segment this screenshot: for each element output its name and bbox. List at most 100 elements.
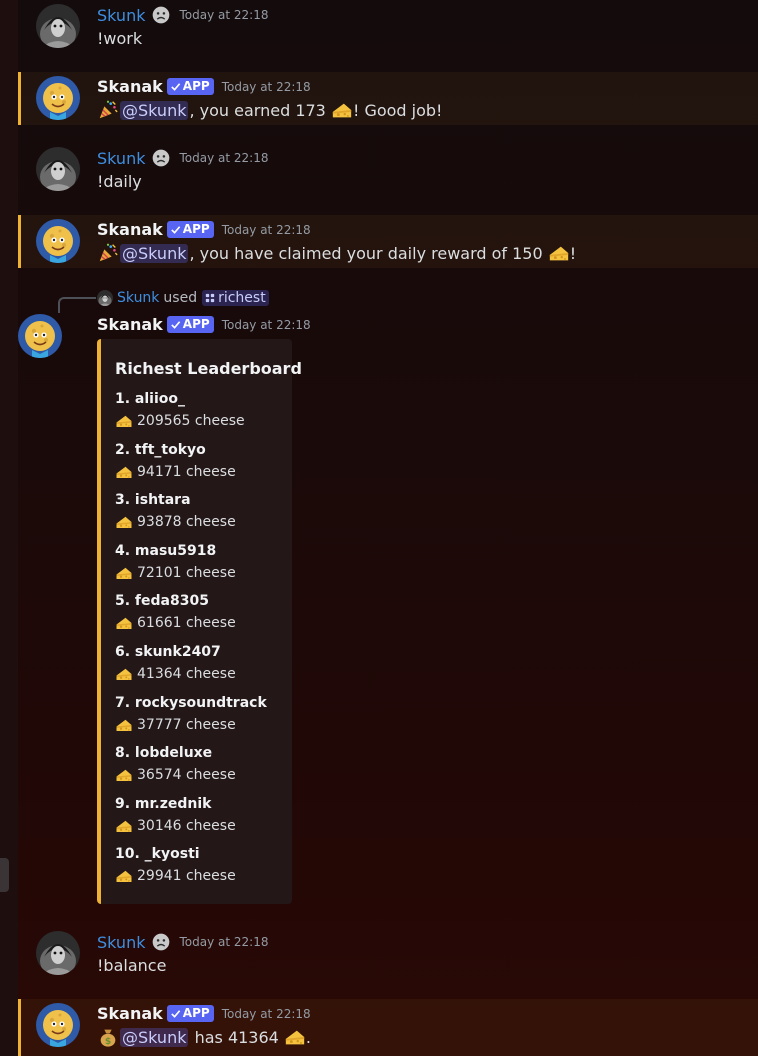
app-badge-label: APP bbox=[182, 222, 210, 236]
avatar[interactable] bbox=[18, 314, 62, 358]
sidebar-collapse-handle[interactable] bbox=[0, 858, 9, 892]
leaderboard-entry-value: 30146 cheese bbox=[115, 817, 236, 835]
reply-connector bbox=[58, 297, 96, 313]
reply-author[interactable]: Skunk bbox=[117, 290, 159, 306]
author-name[interactable]: Skanak bbox=[97, 315, 163, 334]
message-daily-command[interactable]: Skunk Today at 22:18 !daily bbox=[18, 143, 758, 207]
app-badge-label: APP bbox=[182, 1006, 210, 1020]
author-name[interactable]: Skanak bbox=[97, 77, 163, 96]
avatar[interactable] bbox=[36, 931, 80, 975]
timestamp[interactable]: Today at 22:18 bbox=[179, 151, 268, 165]
message-text-part: ! bbox=[569, 243, 577, 263]
leaderboard-entry-value: 94171 cheese bbox=[115, 463, 236, 481]
leaderboard-entry: 4. masu5918 72101 cheese bbox=[115, 543, 236, 582]
leaderboard-entry: 9. mr.zednik 30146 cheese bbox=[115, 796, 236, 835]
checkmark-icon bbox=[170, 81, 181, 92]
app-badge: APP bbox=[166, 221, 214, 238]
leaderboard-entry-value: 36574 cheese bbox=[115, 766, 236, 784]
app-badge: APP bbox=[166, 1005, 214, 1022]
avatar[interactable] bbox=[36, 147, 80, 191]
reply-avatar bbox=[97, 290, 113, 306]
command-reply-context[interactable]: Skunk used richest bbox=[97, 290, 269, 306]
message-header: Skunk Today at 22:18 bbox=[97, 932, 268, 952]
message-text: !balance bbox=[97, 956, 167, 975]
timestamp[interactable]: Today at 22:18 bbox=[222, 318, 311, 332]
leaderboard-entry-name: 7. rockysoundtrack bbox=[115, 694, 267, 711]
leaderboard-entry-amount: 209565 cheese bbox=[137, 413, 245, 429]
leaderboard-entry-amount: 36574 cheese bbox=[137, 767, 236, 784]
message-header: Skanak APP Today at 22:18 bbox=[97, 1004, 311, 1023]
message-balance-command[interactable]: Skunk Today at 22:18 !balance bbox=[18, 927, 758, 991]
leaderboard-entry-name: 8. lobdeluxe bbox=[115, 745, 213, 762]
cheese-wedge-icon bbox=[284, 1026, 306, 1048]
leaderboard-entry-amount: 29941 cheese bbox=[137, 868, 236, 885]
cheese-wedge-icon bbox=[548, 242, 570, 264]
leaderboard-entry-value: 61661 cheese bbox=[115, 614, 236, 632]
leaderboard-entry: 7. rockysoundtrack 37777 cheese bbox=[115, 695, 267, 734]
leaderboard-entry-name: 4. masu5918 bbox=[115, 542, 217, 559]
cheese-wedge-icon bbox=[115, 867, 133, 885]
cheese-wedge-icon bbox=[115, 412, 133, 430]
timestamp[interactable]: Today at 22:18 bbox=[179, 935, 268, 949]
party-popper-icon bbox=[97, 99, 119, 121]
message-work-command[interactable]: Skunk Today at 22:18 !work bbox=[18, 0, 758, 64]
channel-gutter bbox=[0, 0, 18, 1056]
message-text-part: ! Good job! bbox=[352, 100, 443, 120]
timestamp[interactable]: Today at 22:18 bbox=[222, 1007, 311, 1021]
app-badge-label: APP bbox=[182, 317, 210, 331]
leaderboard-entry-value: 209565 cheese bbox=[115, 412, 245, 430]
cheese-wedge-icon bbox=[115, 463, 133, 481]
timestamp[interactable]: Today at 22:18 bbox=[222, 80, 311, 94]
checkmark-icon bbox=[170, 224, 181, 235]
checkmark-icon bbox=[170, 319, 181, 330]
checkmark-icon bbox=[170, 1008, 181, 1019]
command-name: richest bbox=[218, 290, 266, 306]
app-badge-label: APP bbox=[182, 79, 210, 93]
slash-command-icon bbox=[205, 293, 215, 303]
leaderboard-entry-name: 6. skunk2407 bbox=[115, 644, 221, 660]
leaderboard-entry-amount: 41364 cheese bbox=[137, 666, 236, 682]
message-daily-reply[interactable]: Skanak APP Today at 22:18 @Skunk , you h… bbox=[18, 215, 758, 268]
timestamp[interactable]: Today at 22:18 bbox=[222, 223, 311, 237]
avatar[interactable] bbox=[36, 76, 80, 120]
leaderboard-entry-value: 93878 cheese bbox=[115, 513, 236, 531]
leaderboard-entry: 1. aliioo_ 209565 cheese bbox=[115, 391, 245, 430]
leaderboard-embed: Richest Leaderboard 1. aliioo_ 209565 che… bbox=[97, 339, 302, 904]
author-name[interactable]: Skunk bbox=[97, 149, 145, 168]
leaderboard-entry: 8. lobdeluxe 36574 cheese bbox=[115, 745, 236, 784]
user-mention[interactable]: @Skunk bbox=[120, 100, 189, 120]
avatar[interactable] bbox=[36, 219, 80, 263]
leaderboard-entry: 6. skunk2407 41364 cheese bbox=[115, 644, 236, 683]
message-text-part: , you earned 173 bbox=[189, 100, 331, 120]
message-balance-reply[interactable]: Skanak APP Today at 22:18 @Skunk has 413… bbox=[18, 999, 758, 1056]
cheese-wedge-icon bbox=[115, 716, 133, 734]
leaderboard-entry-amount: 30146 cheese bbox=[137, 817, 236, 834]
author-name[interactable]: Skunk bbox=[97, 933, 145, 952]
message-work-reply[interactable]: Skanak APP Today at 22:18 @Skunk , you e… bbox=[18, 72, 758, 125]
leaderboard-entry-value: 41364 cheese bbox=[115, 665, 236, 683]
cheese-wedge-icon bbox=[115, 564, 133, 582]
app-badge: APP bbox=[166, 78, 214, 95]
cheese-wedge-icon bbox=[115, 766, 133, 784]
leaderboard-entry-amount: 93878 cheese bbox=[137, 514, 236, 531]
leaderboard-entry-name: 2. tft_tokyo bbox=[115, 441, 206, 458]
user-mention[interactable]: @Skunk bbox=[120, 1027, 189, 1047]
author-name[interactable]: Skanak bbox=[97, 1004, 163, 1023]
leaderboard-entry-amount: 61661 cheese bbox=[137, 615, 236, 632]
message-text: @Skunk , you earned 173 ! Good job! bbox=[97, 99, 442, 121]
author-name[interactable]: Skunk bbox=[97, 6, 145, 25]
user-mention[interactable]: @Skunk bbox=[120, 243, 189, 263]
cheese-wedge-icon bbox=[115, 614, 133, 632]
cheese-wedge-icon bbox=[115, 665, 133, 683]
avatar[interactable] bbox=[36, 1003, 80, 1047]
frowning-face-icon bbox=[151, 148, 171, 168]
message-text: @Skunk has 41364 . bbox=[97, 1026, 311, 1048]
app-badge: APP bbox=[166, 316, 214, 333]
message-text: !daily bbox=[97, 172, 142, 191]
author-name[interactable]: Skanak bbox=[97, 220, 163, 239]
avatar[interactable] bbox=[36, 4, 80, 48]
timestamp[interactable]: Today at 22:18 bbox=[179, 8, 268, 22]
leaderboard-entry-name: 3. ishtara bbox=[115, 492, 191, 509]
slash-command-chip[interactable]: richest bbox=[202, 290, 269, 306]
leaderboard-entry: 3. ishtara 93878 cheese bbox=[115, 492, 236, 531]
